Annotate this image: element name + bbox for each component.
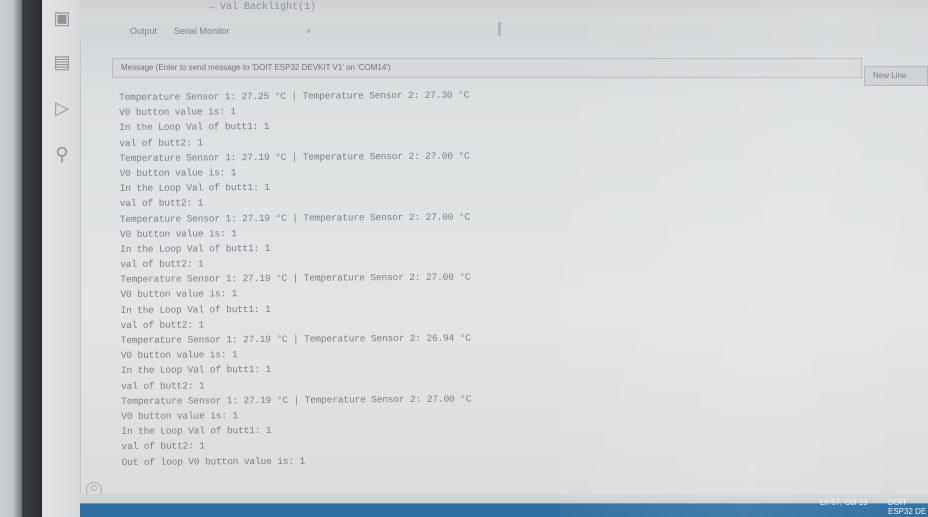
tab-serial-monitor[interactable]: Serial Monitor (174, 26, 230, 36)
code-line: → Val Backlight(1) (208, 2, 317, 13)
cursor-position[interactable]: Ln 67, Col 13 (820, 498, 868, 507)
editor-area: → Val Backlight(1) (80, 0, 928, 23)
library-icon[interactable]: ▤ (50, 50, 74, 74)
monitor-bezel (0, 0, 22, 517)
panel-sash[interactable] (498, 22, 501, 36)
activity-bar (42, 0, 81, 517)
serial-output: Temperature Sensor 1: 27.25 °C | Tempera… (119, 84, 912, 495)
search-icon[interactable]: ⚲ (50, 142, 74, 166)
close-icon[interactable]: × (306, 26, 311, 36)
tab-output[interactable]: Output (130, 26, 157, 36)
monitor-edge (22, 0, 42, 517)
debug-icon[interactable]: ▷ (50, 96, 74, 120)
line-ending-select[interactable]: New Line (864, 66, 928, 86)
board-selector[interactable]: DOIT ESP32 DE (888, 498, 928, 516)
serial-message-input[interactable] (112, 58, 862, 78)
board-icon[interactable]: ▣ (50, 6, 74, 30)
panel-tabs: Output Serial Monitor × (80, 22, 928, 42)
status-bar: Ln 67, Col 13 DOIT ESP32 DE (80, 494, 928, 517)
